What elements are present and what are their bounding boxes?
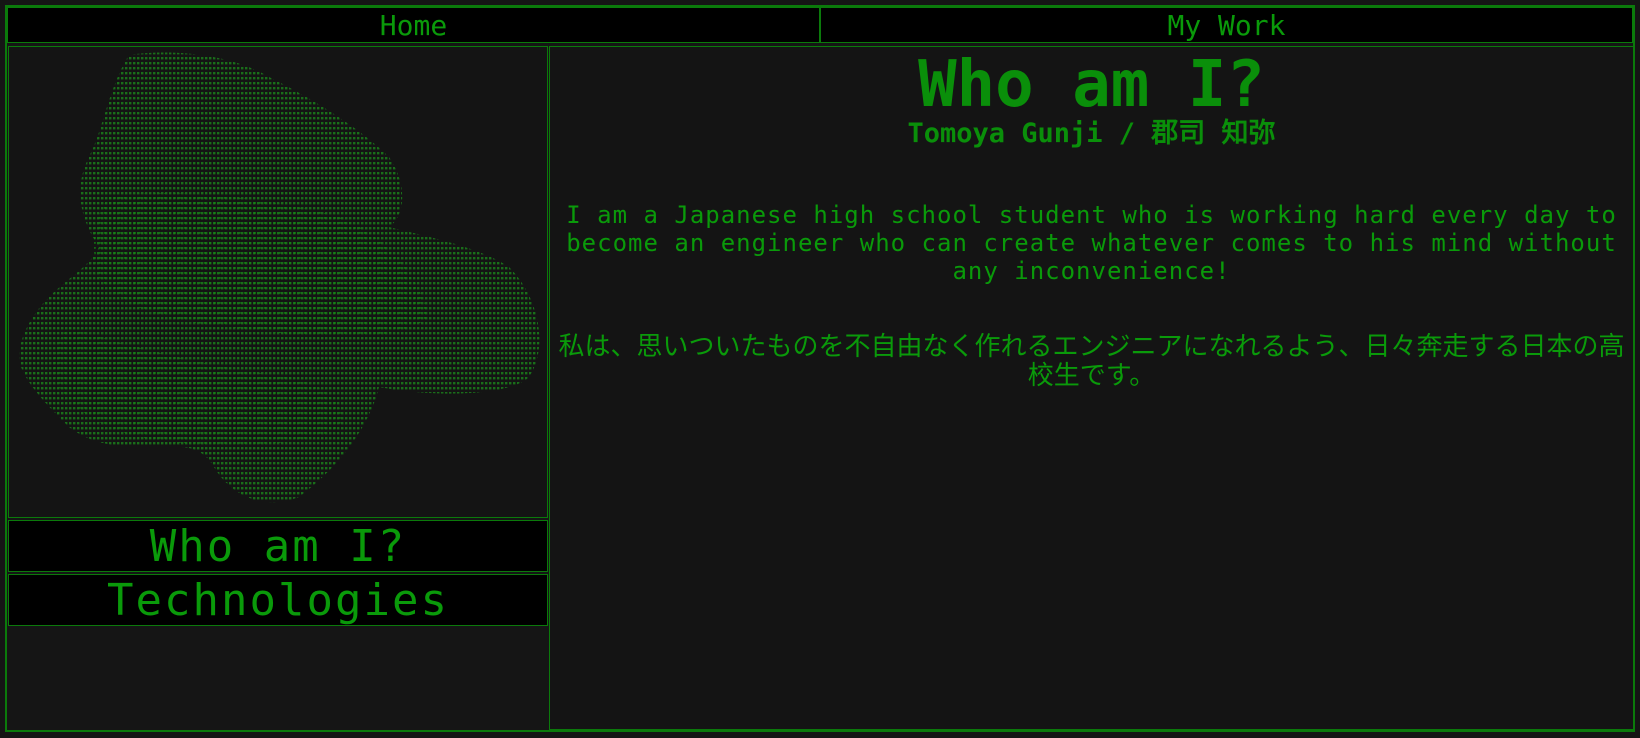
technologies-button[interactable]: Technologies [8,574,548,626]
top-nav: Home My Work [7,7,1633,43]
nav-my-work-link[interactable]: My Work [819,8,1632,42]
intro-english: I am a Japanese high school student who … [566,201,1617,285]
page-title: Who am I? [918,48,1265,122]
main-content: Who am I? Tomoya Gunji / 郡司 知弥 I am a Ja… [549,46,1634,730]
name-subtitle: Tomoya Gunji / 郡司 知弥 [907,118,1276,149]
who-am-i-button[interactable]: Who am I? [8,520,548,572]
nav-home-link[interactable]: Home [8,8,819,42]
ascii-portrait [8,46,548,518]
ascii-portrait-image [19,52,540,503]
sidebar: Who am I? Technologies [8,46,548,730]
intro-japanese: 私は、思いついたものを不自由なく作れるエンジニアになれるよう、日々奔走する日本の… [558,332,1625,391]
